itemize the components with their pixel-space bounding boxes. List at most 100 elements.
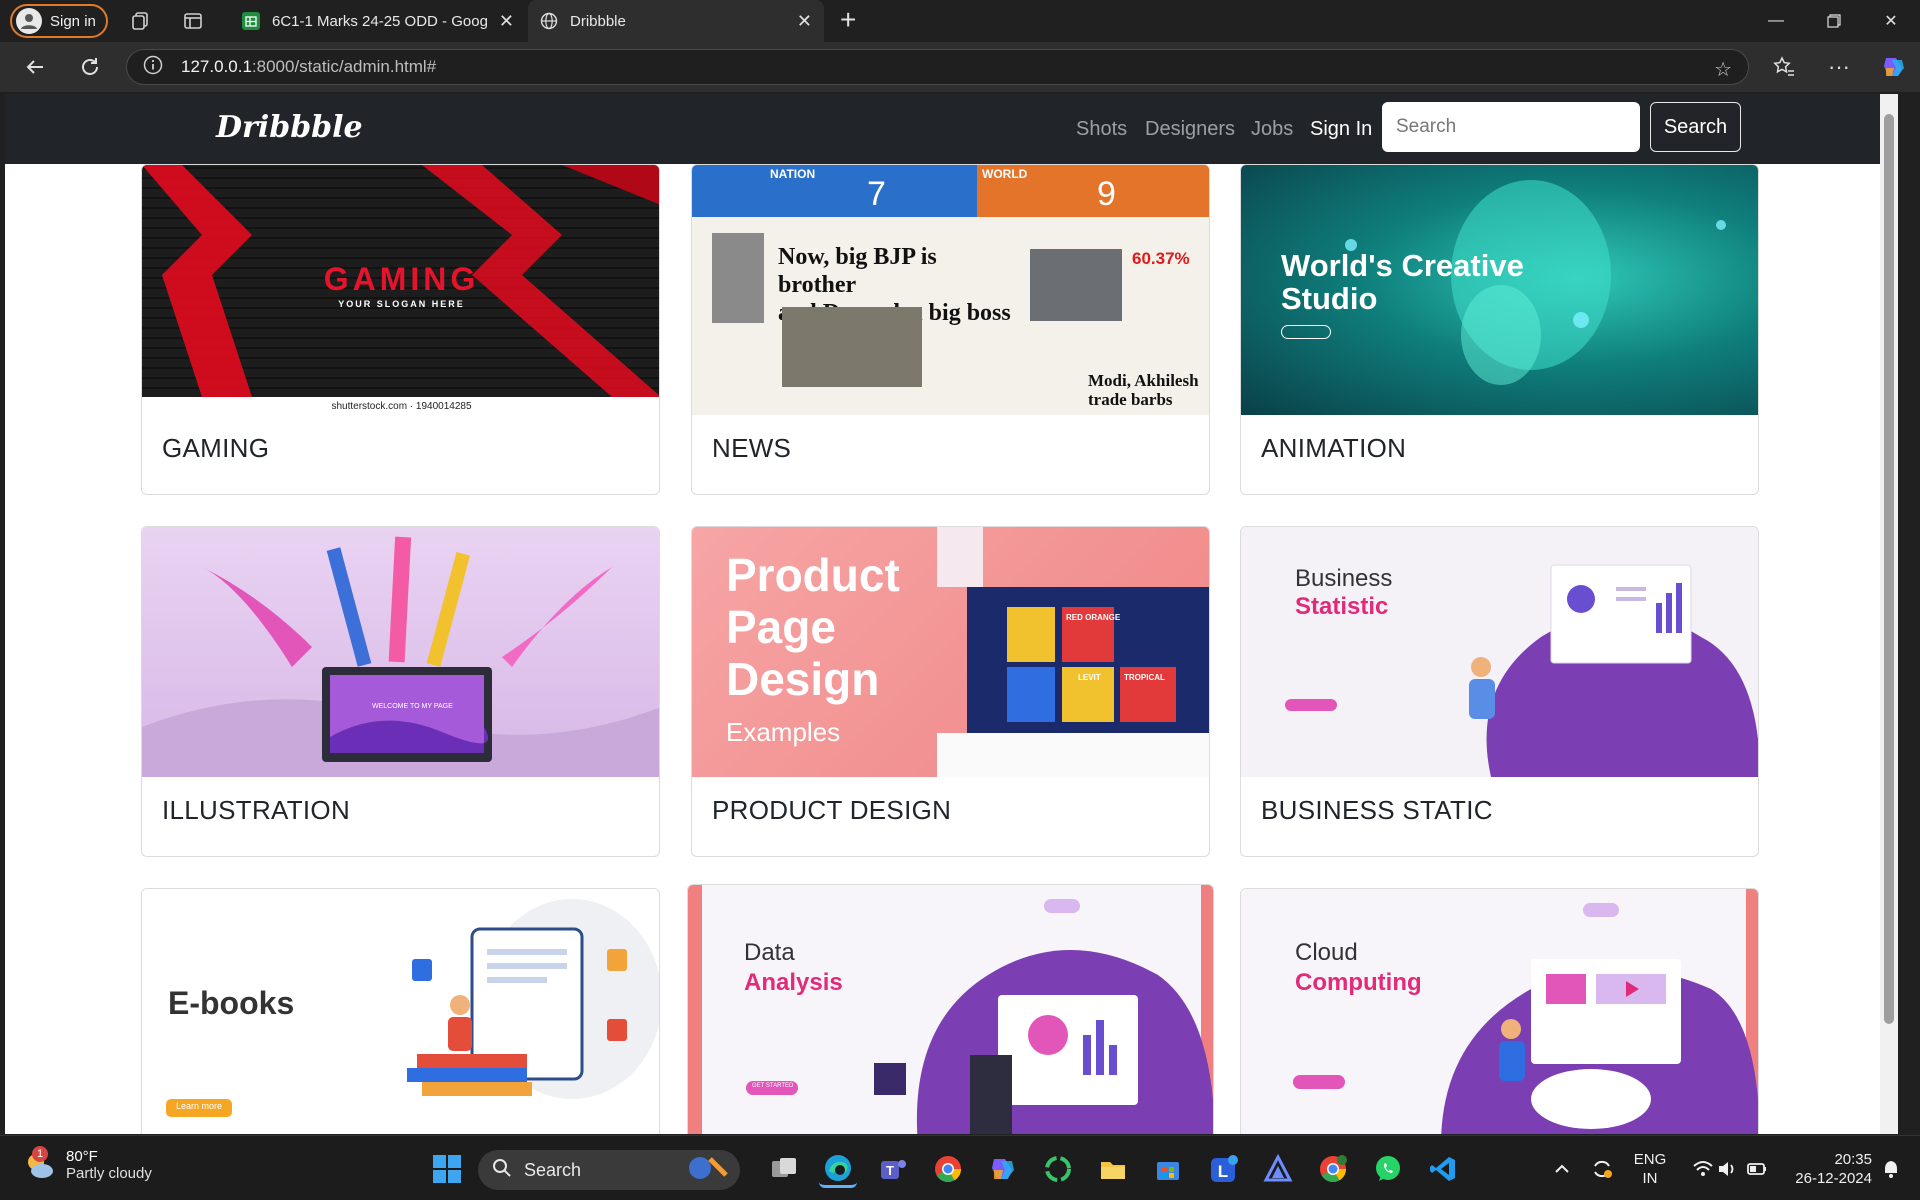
cloud-thumb-line2: Computing [1295,969,1422,996]
nav-shots[interactable]: Shots [1076,118,1127,141]
scrollbar-thumb[interactable] [1884,114,1894,1024]
image-credit: shutterstock.com · 1940014285 [331,401,472,412]
task-view-icon[interactable] [765,1150,803,1188]
more-options-icon[interactable]: ··· [1824,52,1854,82]
business-thumb-line2: Statistic [1295,593,1389,620]
address-bar[interactable]: 127.0.0.1:8000/static/admin.html# ☆ [126,49,1749,85]
chrome-profile-icon[interactable] [1314,1150,1352,1188]
search-input[interactable] [1382,102,1640,152]
card-label: BUSINESS STATIC [1261,795,1493,825]
sync-status-icon[interactable] [1583,1150,1621,1188]
workspaces-icon[interactable] [128,9,152,33]
taskbar-search[interactable]: Search [478,1150,740,1190]
favorites-icon[interactable] [1769,52,1799,82]
category-card-news[interactable]: NATION WORLD 7 9 Now, big BJP is brother… [691,164,1210,495]
page-viewport: Dribbble Shots Designers Jobs Sign In Se… [5,94,1898,1134]
chrome-icon[interactable] [929,1150,967,1188]
news-side-headline: Modi, Akhilesh trade barbs over [1088,371,1199,415]
site-info-icon[interactable] [143,55,163,80]
globe-icon [540,12,558,30]
news-num-nation: 7 [867,175,886,213]
tile-label-levit: LEVIT [1078,673,1101,682]
category-card-data-analysis[interactable]: Data Analysis GET STARTED [687,884,1214,1134]
back-icon[interactable] [20,52,50,82]
windows-taskbar: 1 80°F Partly cloudy Search T L ENG IN 2… [0,1135,1920,1200]
business-thumbnail: Business Statistic [1241,527,1758,777]
clock[interactable]: 20:35 26-12-2024 [1776,1150,1872,1188]
teams-icon[interactable]: T [874,1150,912,1188]
new-tab-icon[interactable]: + [840,6,856,34]
whatsapp-icon[interactable] [1369,1150,1407,1188]
category-card-business-static[interactable]: Business Statistic BUSINESS STATIC [1240,526,1759,857]
gaming-thumbnail: GAMING YOUR SLOGAN HERE shutterstock.com… [142,165,659,415]
browser-tab-strip: Sign in 6C1-1 Marks 24-25 ODD - Google S… [0,0,1920,42]
svg-text:L: L [1218,1162,1228,1181]
reload-icon[interactable] [75,52,105,82]
ebooks-thumbnail: E-books Learn more [142,889,659,1134]
site-navbar: Dribbble Shots Designers Jobs Sign In Se… [5,94,1898,164]
profile-label: Sign in [50,12,96,30]
animation-thumb-title: World's Creative Studio [1281,248,1524,316]
category-card-gaming[interactable]: GAMING YOUR SLOGAN HERE shutterstock.com… [141,164,660,495]
page-scrollbar[interactable] [1880,94,1898,1134]
category-card-illustration[interactable]: WELCOME TO MY PAGE ILLUSTRATION [141,526,660,857]
search-button[interactable]: Search [1650,102,1741,152]
edge-browser-icon[interactable] [819,1150,857,1188]
category-card-animation[interactable]: World's Creative Studio ANIMATION [1240,164,1759,495]
illustration-thumbnail: WELCOME TO MY PAGE [142,527,659,777]
tab-dribbble[interactable]: Dribbble ✕ [528,0,824,42]
card-label: ANIMATION [1261,433,1407,463]
search-highlight-icon [684,1155,730,1186]
favorite-star-icon[interactable]: ☆ [1714,57,1732,82]
url-path: :8000/static/admin.html# [251,57,437,76]
language-indicator[interactable]: ENG IN [1630,1150,1670,1188]
category-card-ebooks[interactable]: E-books Learn more [141,888,660,1134]
category-card-cloud-computing[interactable]: Cloud Computing [1240,888,1759,1134]
news-num-world: 9 [1097,175,1116,213]
sync-app-icon[interactable] [1039,1150,1077,1188]
windows-start-icon[interactable] [428,1150,466,1188]
ebooks-thumb-title: E-books [168,985,295,1021]
close-window-icon[interactable]: ✕ [1862,0,1920,42]
business-thumb-line1: Business [1295,565,1393,592]
tab-google-sheets[interactable]: 6C1-1 Marks 24-25 ODD - Google Sheets ✕ [230,0,526,42]
close-tab-icon[interactable]: ✕ [797,11,812,32]
tab-title: 6C1-1 Marks 24-25 ODD - Google Sheets [272,12,487,30]
vpn-app-icon[interactable] [1259,1150,1297,1188]
file-explorer-icon[interactable] [1094,1150,1132,1188]
card-label: PRODUCT DESIGN [712,795,952,825]
profile-button[interactable]: Sign in [10,4,108,38]
take-a-tour-button [1281,325,1331,339]
category-card-product-design[interactable]: Product Page Design Examples RED ORANGE … [691,526,1210,857]
avatar-icon [16,8,42,34]
show-hidden-icons[interactable] [1543,1150,1581,1188]
data-thumb-line1: Data [744,939,795,966]
site-logo[interactable]: Dribbble [216,110,363,145]
card-label: ILLUSTRATION [162,795,351,825]
vscode-icon[interactable] [1424,1150,1462,1188]
notification-bell-icon[interactable] [1872,1150,1910,1188]
product-thumb-sub: Examples [726,717,841,747]
tab-title: Dribbble [570,12,626,30]
nav-jobs[interactable]: Jobs [1251,118,1293,141]
close-tab-icon[interactable]: ✕ [499,11,514,32]
weather-widget[interactable]: 1 80°F Partly cloudy [22,1146,152,1182]
weather-icon: 1 [22,1146,56,1182]
lens-app-icon[interactable]: L [1204,1150,1242,1188]
minimize-icon[interactable]: — [1747,0,1805,42]
gaming-thumb-slogan: YOUR SLOGAN HERE [338,299,465,309]
news-thumbnail: NATION WORLD 7 9 Now, big BJP is brother… [692,165,1209,415]
weather-temp: 80°F [66,1148,98,1165]
copilot-app-icon[interactable] [984,1150,1022,1188]
gaming-thumb-title: GAMING [323,261,480,297]
tab-actions-icon[interactable] [181,9,205,33]
nav-designers[interactable]: Designers [1145,118,1235,141]
nav-sign-in[interactable]: Sign In [1310,118,1372,141]
restore-icon[interactable] [1805,0,1863,42]
svg-text:T: T [886,1163,894,1178]
cloud-thumb-line1: Cloud [1295,939,1358,966]
animation-thumbnail: World's Creative Studio [1241,165,1758,415]
copilot-icon[interactable] [1879,52,1909,82]
store-icon[interactable] [1149,1150,1187,1188]
battery-icon[interactable] [1738,1150,1776,1188]
